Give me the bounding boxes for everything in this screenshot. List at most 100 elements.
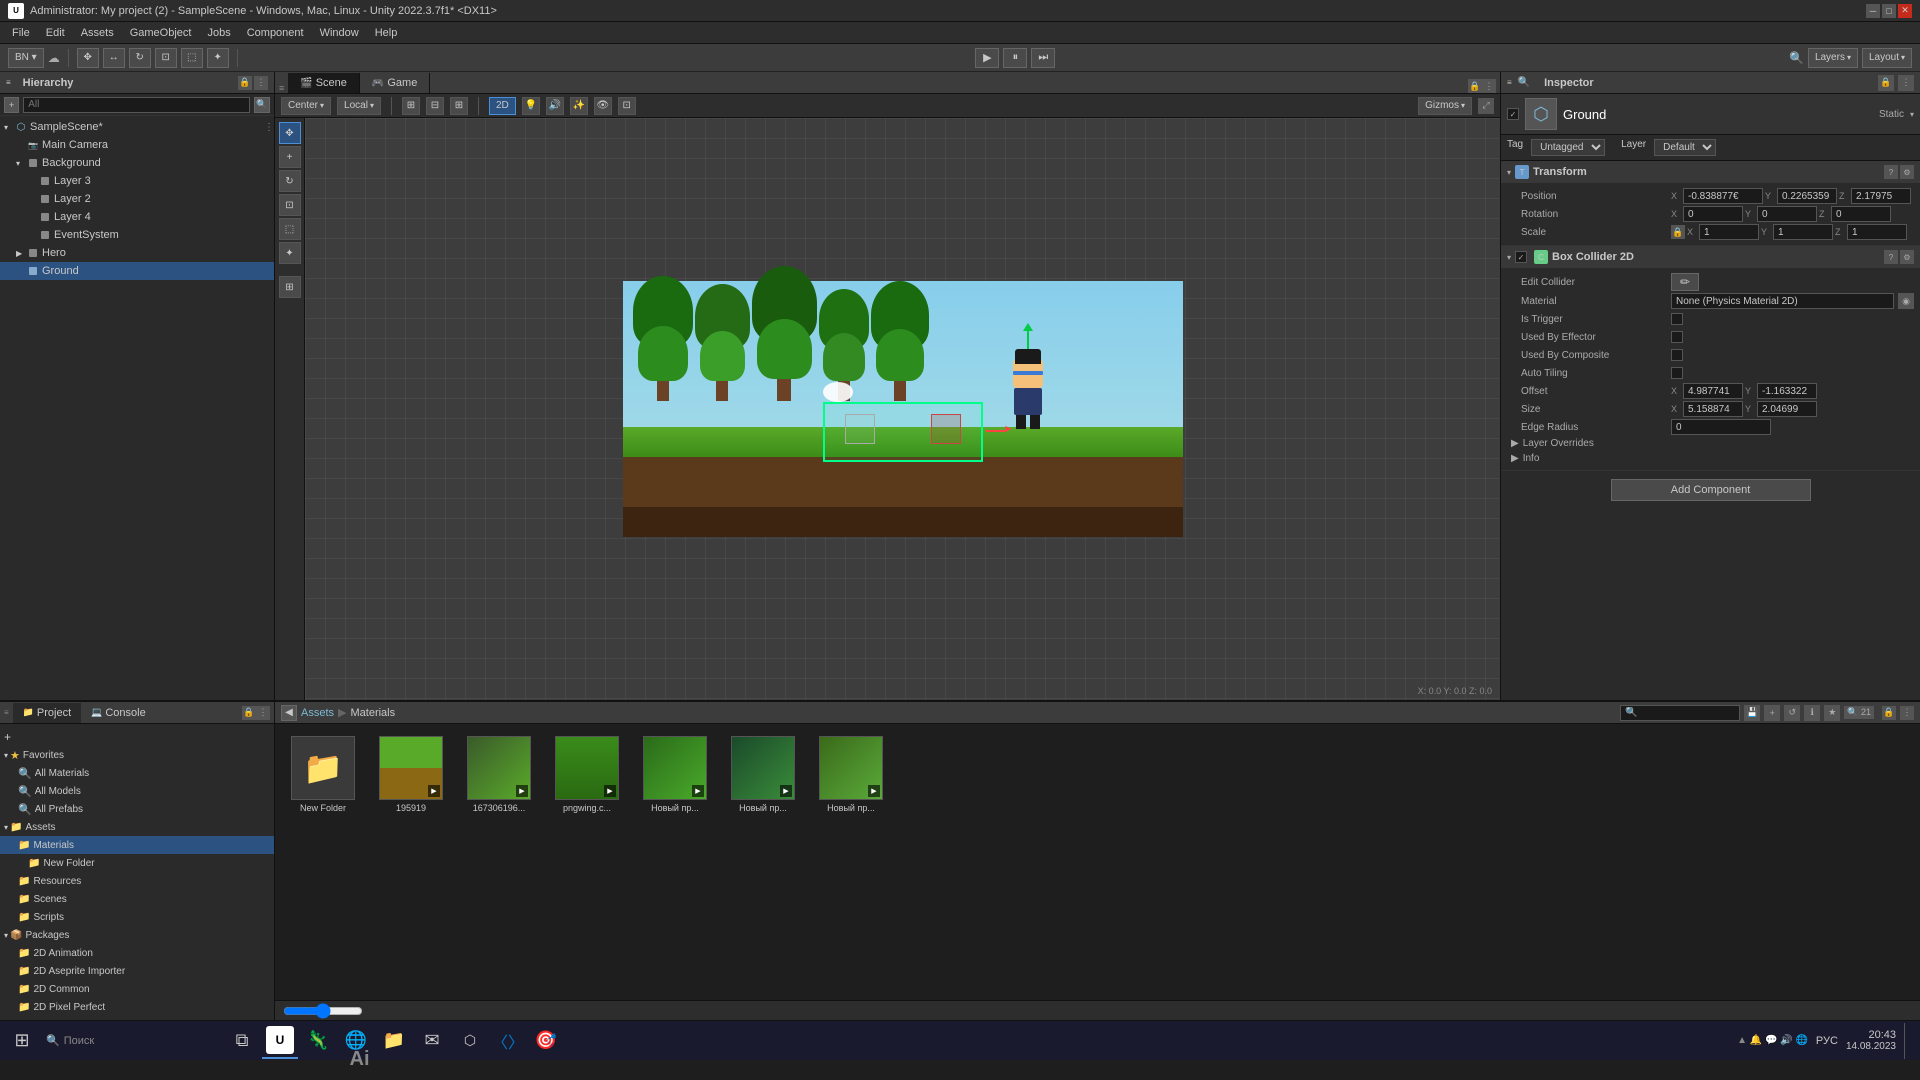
layout-dropdown[interactable]: Layout ▾ bbox=[1862, 48, 1912, 68]
tree-item-background[interactable]: ▾ Background bbox=[0, 154, 274, 172]
auto-tiling-checkbox[interactable] bbox=[1671, 367, 1683, 379]
assets-refresh-btn[interactable]: ↺ bbox=[1784, 705, 1800, 721]
hierarchy-lock-btn[interactable]: 🔒 bbox=[238, 76, 252, 90]
box-collider-header[interactable]: ▾ C Box Collider 2D ? ⚙ bbox=[1501, 246, 1920, 268]
asset-new-folder[interactable]: 📁 New Folder bbox=[283, 732, 363, 817]
tree-item-hero[interactable]: ▶ Hero bbox=[0, 244, 274, 262]
position-y[interactable] bbox=[1777, 188, 1837, 204]
asset-play-btn[interactable]: ▶ bbox=[428, 785, 440, 797]
breadcrumb-assets[interactable]: Assets bbox=[301, 707, 334, 719]
hidden-btn[interactable]: 👁 bbox=[594, 97, 612, 115]
unity-taskbar-app[interactable]: U bbox=[262, 1023, 298, 1059]
hierarchy-search-btn[interactable]: 🔍 bbox=[254, 97, 270, 113]
scene-view[interactable]: X: 0.0 Y: 0.0 Z: 0.0 bbox=[305, 118, 1500, 700]
pkg-2d-pixel-perfect[interactable]: 📁 2D Pixel Perfect bbox=[0, 998, 274, 1016]
tree-item-layer2[interactable]: Layer 2 bbox=[0, 190, 274, 208]
scene-lock-btn[interactable]: 🔒 bbox=[1468, 79, 1482, 93]
favorites-header[interactable]: ▾ ★ Favorites bbox=[0, 746, 274, 764]
menu-help[interactable]: Help bbox=[367, 25, 406, 41]
offset-y[interactable] bbox=[1757, 383, 1817, 399]
gizmo-btn[interactable]: ⊟ bbox=[426, 97, 444, 115]
size-y[interactable] bbox=[1757, 401, 1817, 417]
proj-new-folder[interactable]: 📁 New Folder bbox=[0, 854, 274, 872]
rect-tool[interactable]: ⬚ bbox=[181, 48, 203, 68]
rotation-y[interactable] bbox=[1757, 206, 1817, 222]
show-desktop-btn[interactable] bbox=[1904, 1023, 1908, 1059]
tab-game[interactable]: 🎮 Game bbox=[360, 73, 430, 93]
project-add-btn[interactable]: + bbox=[0, 728, 274, 746]
inspector-menu-btn[interactable]: ⋮ bbox=[1898, 75, 1914, 91]
move-tool[interactable]: ↔ bbox=[103, 48, 125, 68]
light-btn[interactable]: 💡 bbox=[522, 97, 540, 115]
menu-component[interactable]: Component bbox=[239, 25, 312, 41]
assets-star-btn[interactable]: ★ bbox=[1824, 705, 1840, 721]
tool-custom[interactable]: ✦ bbox=[279, 242, 301, 264]
obj-name[interactable]: Ground bbox=[1563, 107, 1873, 122]
snap-btn[interactable]: ⊞ bbox=[402, 97, 420, 115]
used-by-composite-checkbox[interactable] bbox=[1671, 349, 1683, 361]
favorites-all-materials[interactable]: 🔍 All Materials bbox=[0, 764, 274, 782]
assets-zoom-slider[interactable] bbox=[283, 1006, 363, 1016]
proj-scenes[interactable]: 📁 Scenes bbox=[0, 890, 274, 908]
asset-195919[interactable]: ▶ 195919 bbox=[371, 732, 451, 817]
asset-play-btn[interactable]: ▶ bbox=[780, 785, 792, 797]
search-btn[interactable]: 🔍 Поиск bbox=[42, 1023, 222, 1059]
used-by-effector-checkbox[interactable] bbox=[1671, 331, 1683, 343]
taskbar-unity-hub-btn[interactable]: ⬡ bbox=[452, 1023, 488, 1059]
tree-item-eventsystem[interactable]: EventSystem bbox=[0, 226, 274, 244]
rotation-x[interactable] bbox=[1683, 206, 1743, 222]
material-input[interactable] bbox=[1671, 293, 1894, 309]
assets-search[interactable] bbox=[1620, 705, 1740, 721]
tool-rect[interactable]: ⬚ bbox=[279, 218, 301, 240]
local-dropdown[interactable]: Local ▾ bbox=[337, 97, 381, 115]
tree-item-layer3[interactable]: Layer 3 bbox=[0, 172, 274, 190]
scene-menu-btn[interactable]: ⋮ bbox=[1482, 79, 1496, 93]
play-btn[interactable]: ▶ bbox=[975, 48, 999, 68]
tab-scene[interactable]: 🎬 Scene bbox=[288, 73, 360, 93]
rotation-z[interactable] bbox=[1831, 206, 1891, 222]
menu-jobs[interactable]: Jobs bbox=[199, 25, 238, 41]
scale-x[interactable] bbox=[1699, 224, 1759, 240]
tool-move[interactable]: + bbox=[279, 146, 301, 168]
grid2-btn[interactable]: ⊡ bbox=[618, 97, 636, 115]
pkg-2d-common[interactable]: 📁 2D Common bbox=[0, 980, 274, 998]
tree-item-samplescene[interactable]: ▾ ⬡ SampleScene* ⋮ bbox=[0, 118, 274, 136]
account-btn[interactable]: BN ▾ bbox=[8, 48, 44, 68]
scale-y[interactable] bbox=[1773, 224, 1833, 240]
asset-play-btn[interactable]: ▶ bbox=[868, 785, 880, 797]
tab-console[interactable]: 💻 Console bbox=[81, 703, 156, 723]
hand-tool[interactable]: ✥ bbox=[77, 48, 99, 68]
layers-dropdown[interactable]: Layers ▾ bbox=[1808, 48, 1858, 68]
assets-save-btn[interactable]: 💾 bbox=[1744, 705, 1760, 721]
asset-play-btn[interactable]: ▶ bbox=[604, 785, 616, 797]
asset-new-proj1[interactable]: ▶ Новый пр... bbox=[635, 732, 715, 817]
audio-btn[interactable]: 🔊 bbox=[546, 97, 564, 115]
transform-settings-btn[interactable]: ⚙ bbox=[1900, 165, 1914, 179]
add-object-btn[interactable]: + bbox=[4, 97, 19, 113]
transform-tool[interactable]: ✦ bbox=[207, 48, 229, 68]
obj-static[interactable]: Static bbox=[1879, 109, 1904, 120]
tool-scale[interactable]: ⊡ bbox=[279, 194, 301, 216]
proj-materials[interactable]: 📁 Materials bbox=[0, 836, 274, 854]
asset-play-btn[interactable]: ▶ bbox=[692, 785, 704, 797]
favorites-all-models[interactable]: 🔍 All Models bbox=[0, 782, 274, 800]
scale-tool[interactable]: ⊡ bbox=[155, 48, 177, 68]
collider-enabled-checkbox[interactable] bbox=[1515, 251, 1527, 263]
pause-btn[interactable]: ⏸ bbox=[1003, 48, 1027, 68]
menu-window[interactable]: Window bbox=[312, 25, 367, 41]
pivot-dropdown[interactable]: Center ▾ bbox=[281, 97, 331, 115]
menu-gameobject[interactable]: GameObject bbox=[122, 25, 200, 41]
tool-hand[interactable]: ✥ bbox=[279, 122, 301, 144]
back-btn[interactable]: ◀ bbox=[281, 705, 297, 721]
task-view-btn[interactable]: ⧉ bbox=[224, 1023, 260, 1059]
inspector-lock-btn[interactable]: 🔒 bbox=[1878, 75, 1894, 91]
proj-scripts[interactable]: 📁 Scripts bbox=[0, 908, 274, 926]
scale-lock-btn[interactable]: 🔒 bbox=[1671, 225, 1685, 239]
taskbar-mail-btn[interactable]: ✉ bbox=[414, 1023, 450, 1059]
menu-file[interactable]: File bbox=[4, 25, 38, 41]
collider-info-btn[interactable]: ? bbox=[1884, 250, 1898, 264]
asset-new-proj3[interactable]: ▶ Новый пр... bbox=[811, 732, 891, 817]
transform-info-btn[interactable]: ? bbox=[1884, 165, 1898, 179]
info-toggle[interactable]: ▶ Info bbox=[1501, 451, 1920, 466]
taskbar-explorer-btn[interactable]: 🦎 bbox=[300, 1023, 336, 1059]
